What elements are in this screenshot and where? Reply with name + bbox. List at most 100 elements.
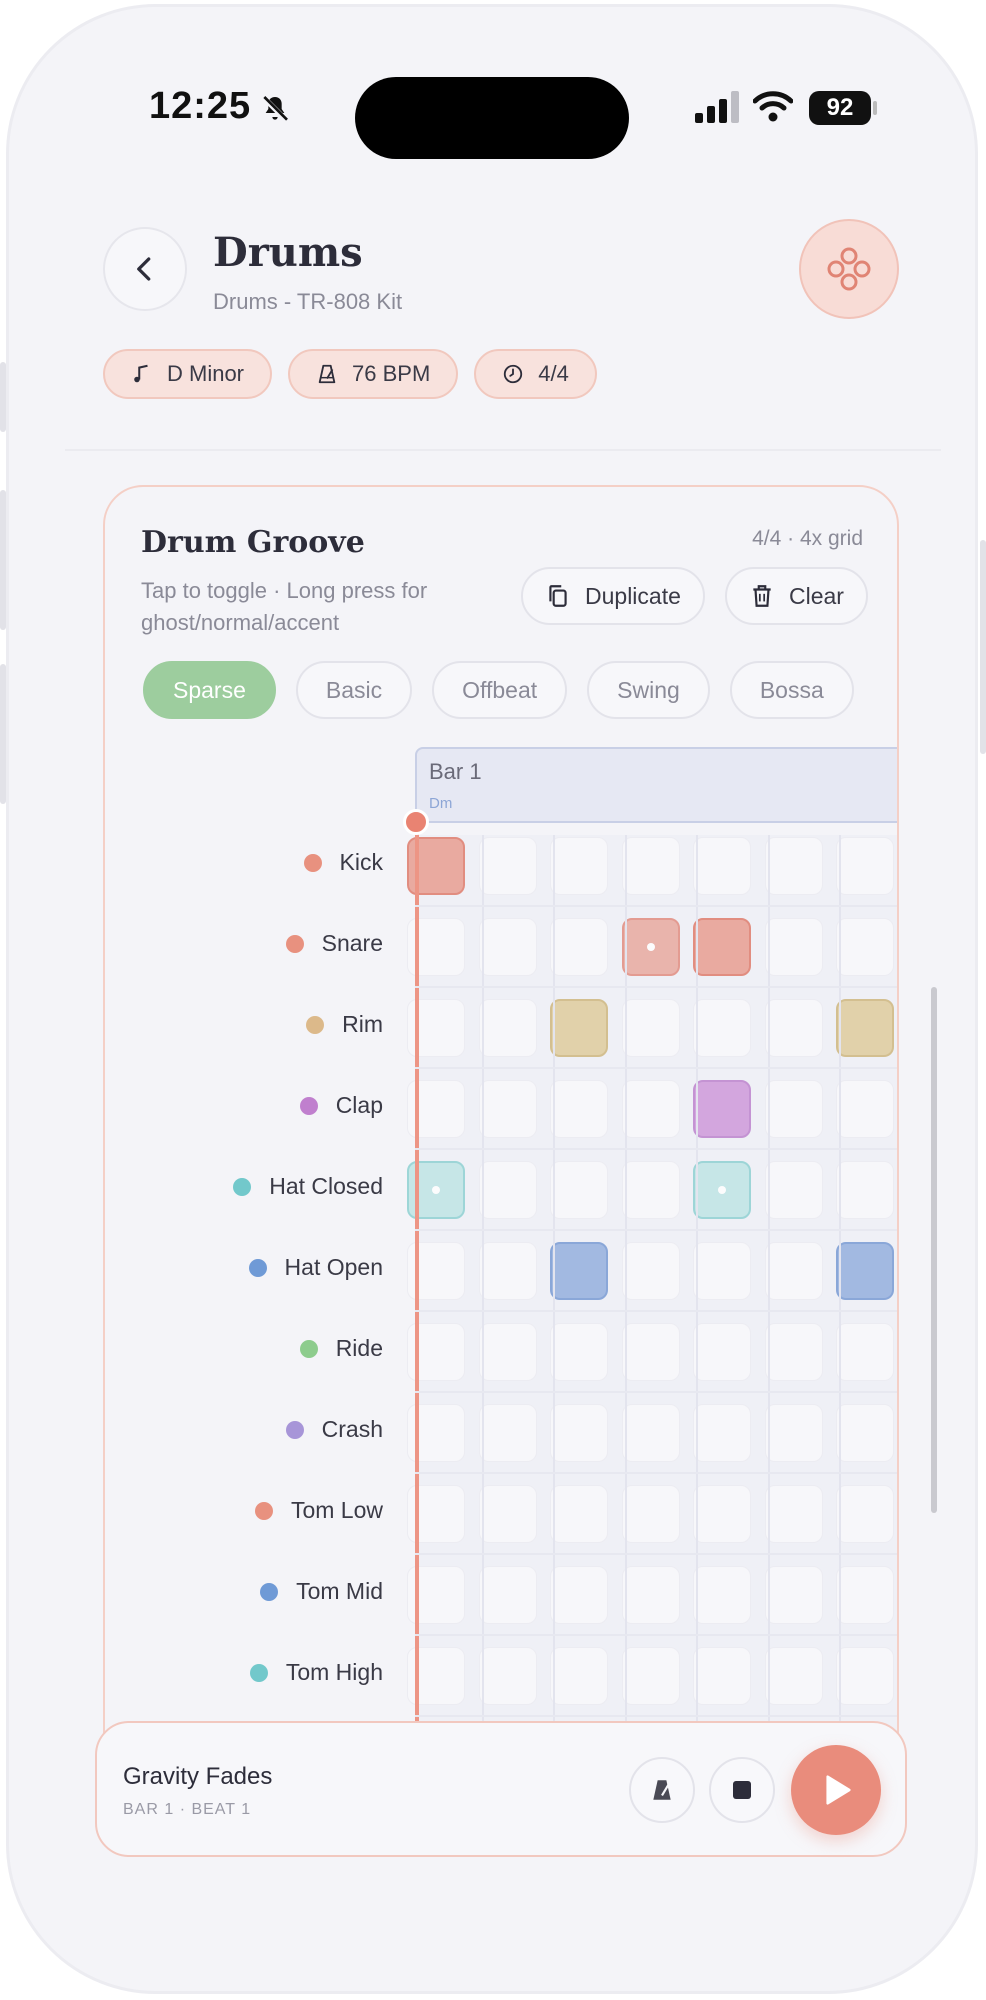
step-cell[interactable] — [621, 1485, 680, 1543]
step-cell[interactable] — [478, 1647, 537, 1705]
step-cell[interactable] — [693, 837, 751, 895]
ghost-note-dot — [432, 1186, 440, 1194]
track-label[interactable]: Tom High — [286, 1659, 383, 1686]
step-cell[interactable] — [693, 1161, 751, 1219]
track-color-dot — [249, 1664, 268, 1682]
step-cell[interactable] — [550, 1080, 608, 1138]
step-cell[interactable] — [693, 1647, 751, 1705]
scrollbar[interactable] — [931, 987, 937, 1513]
step-cell[interactable] — [836, 1647, 894, 1705]
step-cell[interactable] — [478, 1242, 537, 1300]
step-cell[interactable] — [478, 1080, 537, 1138]
step-cell[interactable] — [478, 1566, 537, 1624]
step-cell[interactable] — [478, 1323, 537, 1381]
step-cell[interactable] — [478, 837, 537, 895]
track-label[interactable]: Snare — [322, 930, 383, 957]
step-cell[interactable] — [836, 1404, 894, 1462]
step-cell[interactable] — [836, 918, 894, 976]
step-cell[interactable] — [621, 1242, 680, 1300]
track-label[interactable]: Kick — [340, 849, 383, 876]
step-cell[interactable] — [836, 1485, 894, 1543]
track-label[interactable]: Hat Closed — [269, 1173, 383, 1200]
step-cell[interactable] — [836, 1080, 894, 1138]
step-cell[interactable] — [693, 999, 751, 1057]
clock-icon — [504, 364, 523, 384]
step-cell[interactable] — [550, 918, 608, 976]
step-cell[interactable] — [478, 1485, 537, 1543]
step-cell[interactable] — [764, 1404, 823, 1462]
track-label[interactable]: Rim — [342, 1011, 383, 1038]
preset-offbeat[interactable]: Offbeat — [432, 661, 568, 719]
step-cell[interactable] — [621, 837, 680, 895]
step-cell[interactable] — [764, 1323, 823, 1381]
preset-sparse[interactable]: Sparse — [143, 661, 276, 719]
kit-settings-button[interactable] — [799, 219, 899, 319]
step-cell[interactable] — [693, 1485, 751, 1543]
preset-bossa[interactable]: Bossa — [729, 661, 854, 719]
step-cell[interactable] — [693, 1404, 751, 1462]
step-cell[interactable] — [621, 999, 680, 1057]
step-cell[interactable] — [550, 1323, 608, 1381]
key-chip[interactable]: D Minor — [103, 349, 273, 399]
playhead-handle[interactable] — [403, 809, 429, 835]
track-label[interactable]: Tom Mid — [296, 1578, 383, 1605]
step-cell[interactable] — [550, 1566, 608, 1624]
step-cell[interactable] — [621, 1566, 680, 1624]
step-cell[interactable] — [621, 1080, 680, 1138]
step-cell[interactable] — [836, 999, 894, 1057]
step-cell[interactable] — [621, 918, 680, 976]
step-cell[interactable] — [693, 1323, 751, 1381]
step-cell[interactable] — [478, 1404, 537, 1462]
step-cell[interactable] — [836, 1242, 894, 1300]
step-cell[interactable] — [621, 1404, 680, 1462]
step-cell[interactable] — [764, 918, 823, 976]
step-cell[interactable] — [478, 999, 537, 1057]
back-button[interactable] — [103, 227, 187, 311]
step-cell[interactable] — [764, 999, 823, 1057]
step-cell[interactable] — [836, 1323, 894, 1381]
step-cell[interactable] — [550, 1485, 608, 1543]
track-label[interactable]: Hat Open — [285, 1254, 383, 1281]
step-cell[interactable] — [621, 1323, 680, 1381]
step-cell[interactable] — [764, 837, 823, 895]
track-label[interactable]: Clap — [336, 1092, 383, 1119]
step-cell[interactable] — [836, 1161, 894, 1219]
step-cell[interactable] — [550, 999, 608, 1057]
step-cell[interactable] — [478, 1161, 537, 1219]
playhead[interactable] — [403, 809, 429, 1783]
step-cell[interactable] — [693, 918, 751, 976]
clear-button[interactable]: Clear — [725, 567, 868, 625]
step-cell[interactable] — [550, 1404, 608, 1462]
preset-swing[interactable]: Swing — [587, 661, 710, 719]
step-cell[interactable] — [550, 837, 608, 895]
track-label[interactable]: Ride — [336, 1335, 383, 1362]
step-cell[interactable] — [621, 1647, 680, 1705]
step-cell[interactable] — [764, 1647, 823, 1705]
step-cell[interactable] — [550, 1161, 608, 1219]
time-signature-chip[interactable]: 4/4 — [474, 349, 597, 399]
step-cell[interactable] — [764, 1161, 823, 1219]
duplicate-button[interactable]: Duplicate — [521, 567, 705, 625]
step-cell[interactable] — [836, 1566, 894, 1624]
step-cell[interactable] — [693, 1242, 751, 1300]
step-cell[interactable] — [550, 1242, 608, 1300]
step-cell[interactable] — [550, 1647, 608, 1705]
step-cell[interactable] — [764, 1566, 823, 1624]
tempo-chip[interactable]: 76 BPM — [288, 349, 459, 399]
preset-basic[interactable]: Basic — [295, 661, 413, 719]
metronome-button[interactable] — [629, 1757, 695, 1823]
track-label[interactable]: Crash — [322, 1416, 383, 1443]
step-cell[interactable] — [621, 1161, 680, 1219]
step-cell[interactable] — [836, 837, 894, 895]
step-cell[interactable] — [693, 1080, 751, 1138]
step-cell[interactable] — [764, 1485, 823, 1543]
step-cell[interactable] — [693, 1566, 751, 1624]
step-cell[interactable] — [764, 1080, 823, 1138]
play-button[interactable] — [791, 1745, 881, 1835]
track-label[interactable]: Tom Low — [291, 1497, 383, 1524]
stop-button[interactable] — [709, 1757, 775, 1823]
grid-row-line — [415, 1067, 897, 1069]
bar-header[interactable]: Bar 1 Dm — [415, 747, 897, 823]
step-cell[interactable] — [764, 1242, 823, 1300]
step-cell[interactable] — [478, 918, 537, 976]
